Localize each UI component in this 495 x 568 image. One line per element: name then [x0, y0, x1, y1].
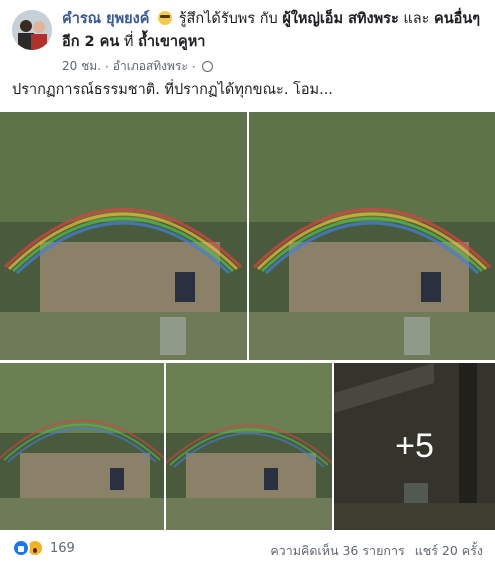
- comments-count[interactable]: ความคิดเห็น 36 รายการ: [270, 541, 404, 561]
- place-link[interactable]: ถ้ำเขาคูหา: [138, 34, 205, 50]
- photo-1[interactable]: [0, 112, 247, 360]
- meta-separator-2: ·: [191, 59, 196, 74]
- shares-count[interactable]: แชร์ 20 ครั้ง: [415, 541, 483, 561]
- author-line: คำรณ ยุพยงค์ รู้สึกได้รับพร กับ ผู้ใหญ่เ…: [62, 8, 482, 54]
- post-footer: 169 ความคิดเห็น 36 รายการ แชร์ 20 ครั้ง: [0, 534, 495, 564]
- tagged-person[interactable]: ผู้ใหญ่เอ็ม สทิงพระ: [282, 11, 398, 27]
- meta-separator: ·: [104, 59, 109, 74]
- reactions-summary[interactable]: 169: [12, 539, 75, 557]
- like-icon: [12, 539, 30, 557]
- post-header: คำรณ ยุพยงค์ รู้สึกได้รับพร กับ ผู้ใหญ่เ…: [0, 0, 495, 80]
- at-text: ที่: [123, 34, 134, 50]
- more-photos-overlay[interactable]: +5: [334, 363, 495, 530]
- feeling-emoji-icon: [158, 11, 173, 25]
- post-stats: ความคิดเห็น 36 รายการ แชร์ 20 ครั้ง: [270, 541, 483, 561]
- globe-icon[interactable]: [201, 61, 213, 72]
- photo-5[interactable]: +5: [334, 363, 495, 530]
- avatar[interactable]: [12, 10, 52, 50]
- photo-2[interactable]: [249, 112, 495, 360]
- post-meta: 20 ชม. · อำเภอสทิงพระ ·: [62, 57, 213, 76]
- post-location[interactable]: อำเภอสทิงพระ: [113, 57, 188, 76]
- post-text: ปรากฏการณ์ธรรมชาติ. ที่ปรากฏได้ทุกขณะ. โ…: [12, 82, 333, 98]
- and-text: และ: [403, 11, 430, 27]
- reaction-count[interactable]: 169: [50, 541, 75, 556]
- post-time[interactable]: 20 ชม.: [62, 57, 101, 76]
- photo-4[interactable]: [166, 363, 332, 530]
- author-name[interactable]: คำรณ ยุพยงค์: [62, 11, 149, 27]
- photo-3[interactable]: [0, 363, 164, 530]
- feeling-text: รู้สึกได้รับพร กับ: [178, 11, 278, 27]
- photo-grid: +5: [0, 112, 495, 530]
